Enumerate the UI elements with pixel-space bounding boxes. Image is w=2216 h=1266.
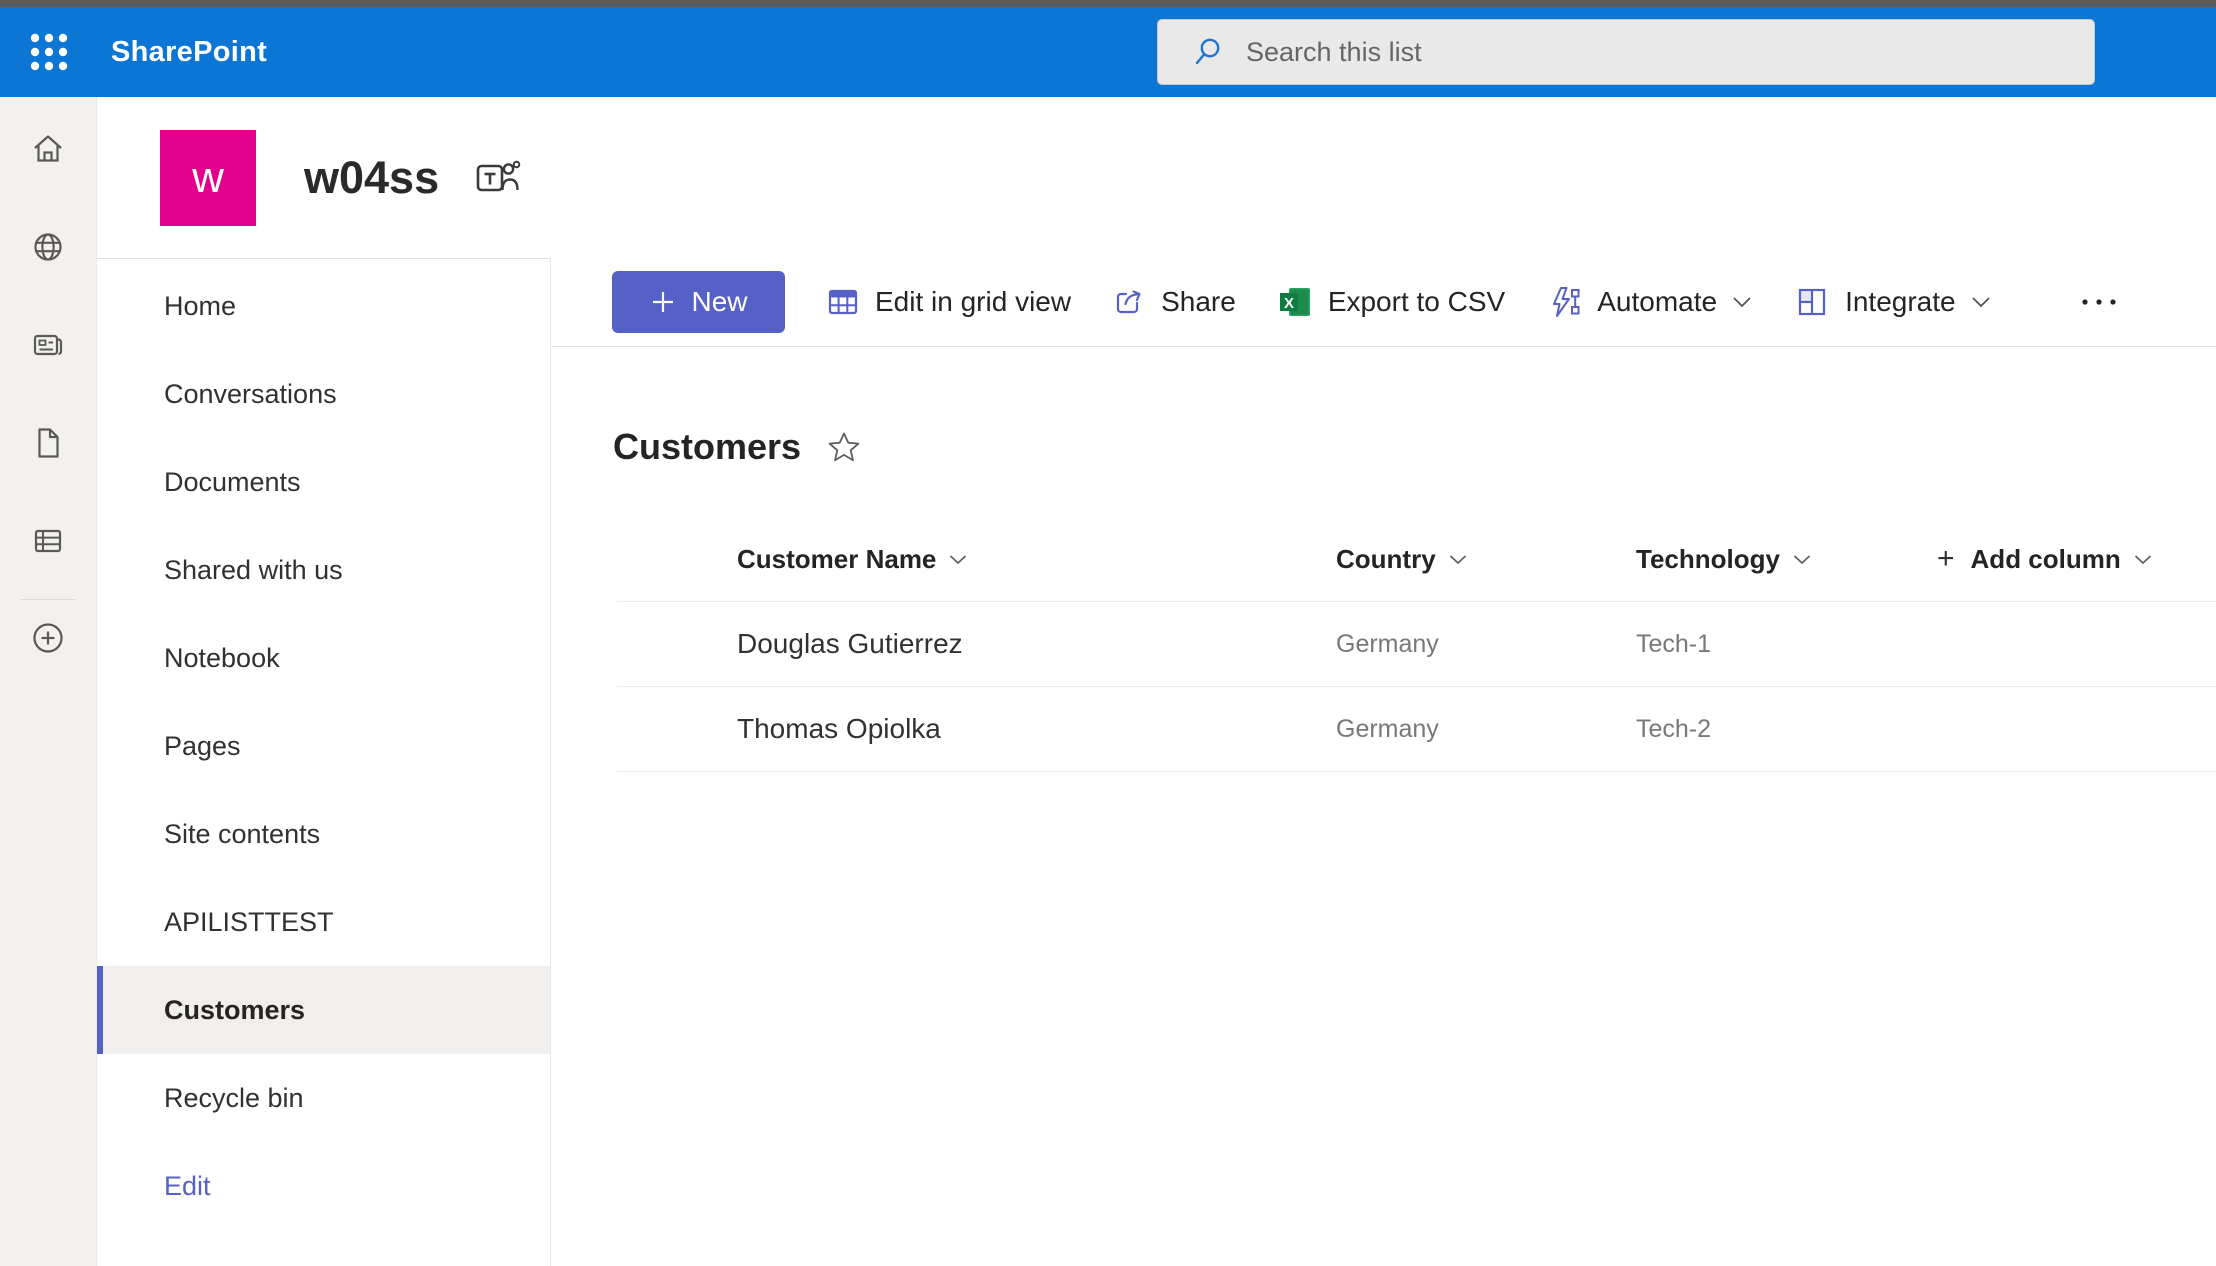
chevron-down-icon bbox=[948, 553, 968, 566]
site-header: w w04ss bbox=[97, 97, 2216, 258]
rail-lists-button[interactable] bbox=[28, 521, 68, 561]
sidebar-edit-link[interactable]: Edit bbox=[97, 1142, 550, 1230]
column-header-country[interactable]: Country bbox=[1336, 544, 1468, 575]
waffle-icon bbox=[27, 30, 71, 74]
integrate-menu-button[interactable]: Integrate bbox=[1795, 285, 1992, 319]
search-input[interactable] bbox=[1246, 37, 2094, 68]
list-view: Customers Customer bbox=[551, 347, 2216, 772]
sidebar-item-customers[interactable]: Customers bbox=[97, 966, 550, 1054]
export-to-csv-label: Export to CSV bbox=[1328, 286, 1505, 318]
globe-icon bbox=[30, 229, 66, 265]
customer-name-link[interactable]: Douglas Gutierrez bbox=[737, 628, 963, 659]
chevron-down-icon bbox=[1792, 553, 1812, 566]
technology-value: Tech-1 bbox=[1636, 630, 1711, 658]
rail-sites-button[interactable] bbox=[28, 227, 68, 267]
customer-name-link[interactable]: Thomas Opiolka bbox=[737, 713, 941, 744]
document-icon bbox=[30, 425, 66, 461]
favorite-star-button[interactable] bbox=[827, 430, 861, 464]
export-to-csv-button[interactable]: X Export to CSV bbox=[1278, 285, 1505, 319]
share-label: Share bbox=[1161, 286, 1236, 318]
new-button[interactable]: New bbox=[612, 271, 785, 333]
integrate-label: Integrate bbox=[1845, 286, 1956, 318]
list-title: Customers bbox=[613, 426, 801, 468]
list-table: Customer Name Country bbox=[617, 517, 2216, 772]
sidebar-item-pages[interactable]: Pages bbox=[97, 702, 550, 790]
column-header-customer-name[interactable]: Customer Name bbox=[737, 544, 968, 575]
site-logo[interactable]: w bbox=[160, 130, 256, 226]
country-value: Germany bbox=[1336, 630, 1439, 658]
news-icon bbox=[30, 327, 66, 363]
rail-news-button[interactable] bbox=[28, 325, 68, 365]
plus-icon: + bbox=[1937, 542, 1955, 576]
table-row[interactable]: Thomas Opiolka Germany Tech-2 bbox=[617, 687, 2216, 772]
automate-menu-button[interactable]: Automate bbox=[1547, 285, 1753, 319]
table-header-row: Customer Name Country bbox=[617, 517, 2216, 602]
window-top-strip bbox=[0, 0, 2216, 7]
grid-icon bbox=[827, 286, 859, 318]
suite-bar: SharePoint bbox=[0, 7, 2216, 97]
list-main: New Edit in grid view bbox=[551, 258, 2216, 1266]
more-ellipsis-icon bbox=[2077, 294, 2121, 310]
brand-title: SharePoint bbox=[111, 36, 267, 69]
sidebar-item-recycle-bin[interactable]: Recycle bin bbox=[97, 1054, 550, 1142]
left-app-rail bbox=[0, 97, 97, 1266]
flow-icon bbox=[1547, 285, 1581, 319]
plus-icon bbox=[649, 288, 677, 316]
table-row[interactable]: Douglas Gutierrez Germany Tech-1 bbox=[617, 602, 2216, 687]
more-commands-button[interactable] bbox=[2077, 294, 2121, 310]
list-icon bbox=[30, 523, 66, 559]
search-icon bbox=[1192, 36, 1224, 68]
sidebar-nav: Home Conversations Documents Shared with… bbox=[97, 258, 551, 1266]
search-box[interactable] bbox=[1157, 19, 2095, 85]
create-plus-icon bbox=[29, 619, 67, 657]
sidebar-item-shared-with-us[interactable]: Shared with us bbox=[97, 526, 550, 614]
sidebar-item-apilisttest[interactable]: APILISTTEST bbox=[97, 878, 550, 966]
share-icon bbox=[1113, 286, 1145, 318]
edit-in-grid-view-button[interactable]: Edit in grid view bbox=[827, 286, 1071, 318]
home-icon bbox=[30, 131, 66, 167]
chevron-down-icon bbox=[1448, 553, 1468, 566]
rail-documents-button[interactable] bbox=[28, 423, 68, 463]
star-outline-icon bbox=[827, 430, 861, 464]
command-bar: New Edit in grid view bbox=[551, 258, 2216, 347]
technology-value: Tech-2 bbox=[1636, 715, 1711, 743]
rail-home-button[interactable] bbox=[28, 129, 68, 169]
sidebar-item-notebook[interactable]: Notebook bbox=[97, 614, 550, 702]
sharepoint-list-page: SharePoint bbox=[0, 0, 2216, 1266]
sidebar-item-conversations[interactable]: Conversations bbox=[97, 350, 550, 438]
app-launcher-button[interactable] bbox=[0, 7, 97, 97]
sidebar-item-home[interactable]: Home bbox=[97, 262, 550, 350]
chevron-down-icon bbox=[1731, 295, 1753, 309]
edit-in-grid-view-label: Edit in grid view bbox=[875, 286, 1071, 318]
chevron-down-icon bbox=[1970, 295, 1992, 309]
country-value: Germany bbox=[1336, 715, 1439, 743]
teams-icon bbox=[475, 157, 521, 199]
chevron-down-icon bbox=[2133, 553, 2153, 566]
svg-text:X: X bbox=[1284, 295, 1294, 312]
automate-label: Automate bbox=[1597, 286, 1717, 318]
add-column-button[interactable]: + Add column bbox=[1937, 542, 2153, 576]
sidebar-item-documents[interactable]: Documents bbox=[97, 438, 550, 526]
rail-divider bbox=[20, 599, 76, 600]
sidebar-item-site-contents[interactable]: Site contents bbox=[97, 790, 550, 878]
new-button-label: New bbox=[691, 286, 747, 318]
excel-icon: X bbox=[1278, 285, 1312, 319]
column-header-technology[interactable]: Technology bbox=[1636, 544, 1812, 575]
integrate-icon bbox=[1795, 285, 1829, 319]
share-button[interactable]: Share bbox=[1113, 286, 1236, 318]
site-title: w04ss bbox=[304, 152, 439, 204]
rail-create-button[interactable] bbox=[28, 618, 68, 658]
